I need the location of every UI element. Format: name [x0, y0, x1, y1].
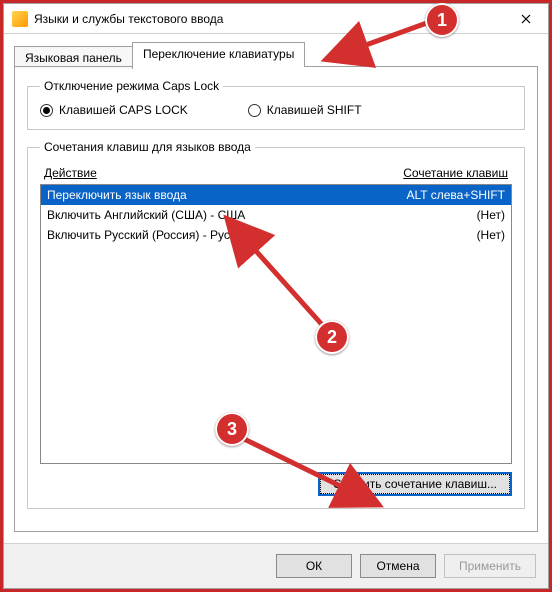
window-title: Языки и службы текстового ввода: [34, 12, 503, 26]
radio-capslock-label: Клавишей CAPS LOCK: [59, 103, 188, 117]
radio-shift-label: Клавишей SHIFT: [267, 103, 362, 117]
radio-capslock[interactable]: Клавишей CAPS LOCK: [40, 103, 188, 117]
list-item-action: Включить Русский (Россия) - Русская: [47, 228, 477, 242]
col-action-header: Действие: [44, 166, 403, 180]
close-icon: [521, 14, 531, 24]
hotkeys-list[interactable]: Переключить язык вводаALT слева+SHIFTВкл…: [40, 184, 512, 464]
apply-button[interactable]: Применить: [444, 554, 536, 578]
close-button[interactable]: [503, 4, 548, 34]
dialog-button-bar: ОК Отмена Применить: [4, 543, 548, 588]
list-item-combo: (Нет): [477, 208, 505, 222]
list-item[interactable]: Включить Русский (Россия) - Русская(Нет): [41, 225, 511, 245]
list-item-action: Переключить язык ввода: [47, 188, 407, 202]
change-row: Сменить сочетание клавиш...: [40, 472, 512, 496]
radio-dot-icon: [248, 104, 261, 117]
list-item-action: Включить Английский (США) - США: [47, 208, 477, 222]
hotkeys-group: Сочетания клавиш для языков ввода Действ…: [27, 140, 525, 509]
list-item[interactable]: Включить Английский (США) - США(Нет): [41, 205, 511, 225]
titlebar: Языки и службы текстового ввода: [4, 4, 548, 34]
radio-dot-icon: [40, 104, 53, 117]
radio-shift[interactable]: Клавишей SHIFT: [248, 103, 362, 117]
capslock-group: Отключение режима Caps Lock Клавишей CAP…: [27, 79, 525, 130]
list-item-combo: ALT слева+SHIFT: [407, 188, 506, 202]
change-hotkey-button[interactable]: Сменить сочетание клавиш...: [318, 472, 512, 496]
app-icon: [12, 11, 28, 27]
list-item-combo: (Нет): [477, 228, 505, 242]
tab-keyboard-switch[interactable]: Переключение клавиатуры: [132, 42, 305, 67]
hotkeys-legend: Сочетания клавиш для языков ввода: [40, 140, 255, 154]
capslock-radios: Клавишей CAPS LOCK Клавишей SHIFT: [40, 103, 512, 117]
tab-strip: Языковая панель Переключение клавиатуры: [14, 42, 538, 67]
tab-panel: Отключение режима Caps Lock Клавишей CAP…: [14, 66, 538, 532]
col-combo-header: Сочетание клавиш: [403, 166, 508, 180]
capslock-legend: Отключение режима Caps Lock: [40, 79, 223, 93]
cancel-button[interactable]: Отмена: [360, 554, 436, 578]
content-area: Языковая панель Переключение клавиатуры …: [4, 34, 548, 543]
list-item[interactable]: Переключить язык вводаALT слева+SHIFT: [41, 185, 511, 205]
window-frame: Языки и службы текстового ввода Языковая…: [3, 3, 549, 589]
list-headers: Действие Сочетание клавиш: [40, 164, 512, 182]
ok-button[interactable]: ОК: [276, 554, 352, 578]
